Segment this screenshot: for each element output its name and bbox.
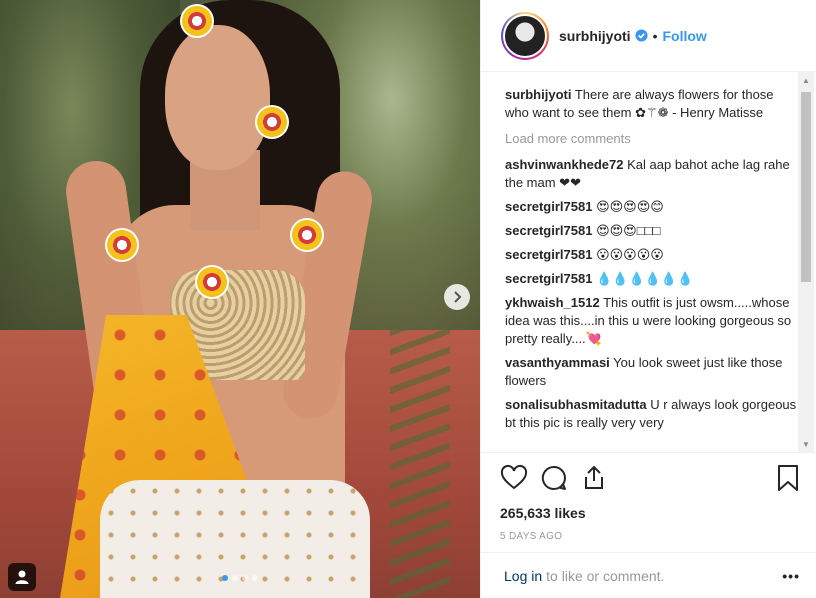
comment-item: secretgirl7581 😮😮😮😮😮 xyxy=(505,246,799,264)
comment-text: 💧💧💧💧💧💧 xyxy=(596,271,694,286)
comment-item: sonalisubhasmitadutta U r always look go… xyxy=(505,396,799,432)
action-bar xyxy=(500,463,800,493)
comment-author[interactable]: ashvinwankhede72 xyxy=(505,157,624,172)
user-tag-button[interactable] xyxy=(8,563,36,591)
comment-item: secretgirl7581 😍😍😍😍😊 xyxy=(505,198,799,216)
photo-background-vine xyxy=(390,330,450,598)
comment-item: ashvinwankhede72 Kal aap bahot ache lag … xyxy=(505,156,799,192)
bookmark-icon[interactable] xyxy=(776,464,800,492)
comment-author[interactable]: ykhwaish_1512 xyxy=(505,295,600,310)
verified-badge-icon xyxy=(635,29,648,42)
flower-earring xyxy=(255,105,289,139)
next-arrow-icon xyxy=(454,291,462,303)
comment-text: 😍😍😍😍😊 xyxy=(596,199,664,214)
post-username[interactable]: surbhijyoti xyxy=(559,28,631,44)
scroll-down-arrow-icon[interactable]: ▼ xyxy=(798,436,814,452)
comments-list: surbhijyoti There are always flowers for… xyxy=(505,86,799,452)
login-prompt: Log in to like or comment. ••• xyxy=(480,552,816,598)
carousel-indicator xyxy=(222,575,258,581)
share-icon[interactable] xyxy=(580,464,608,492)
comment-item: secretgirl7581 💧💧💧💧💧💧 xyxy=(505,270,799,288)
login-suffix-text: to like or comment. xyxy=(546,567,665,584)
carousel-dot xyxy=(222,575,228,581)
comment-author[interactable]: secretgirl7581 xyxy=(505,271,592,286)
post-header: surbhijyoti • Follow xyxy=(481,0,816,72)
post-photo[interactable] xyxy=(0,0,480,598)
comment-author[interactable]: secretgirl7581 xyxy=(505,199,592,214)
caption-author[interactable]: surbhijyoti xyxy=(505,87,571,102)
comment-author[interactable]: vasanthyammasi xyxy=(505,355,610,370)
comment-author[interactable]: secretgirl7581 xyxy=(505,223,592,238)
comment-text: 😍😍😍□□□ xyxy=(596,223,661,238)
comment-item: secretgirl7581 😍😍😍□□□ xyxy=(505,222,799,240)
flower-bracelet-right xyxy=(290,218,324,252)
next-slide-button[interactable] xyxy=(444,284,470,310)
post-caption: surbhijyoti There are always flowers for… xyxy=(505,86,799,122)
scroll-up-arrow-icon[interactable]: ▲ xyxy=(798,72,814,88)
comments-scrollbar[interactable]: ▲ ▼ xyxy=(798,72,814,452)
follow-button[interactable]: Follow xyxy=(662,28,706,44)
post-timestamp[interactable]: 5 DAYS AGO xyxy=(500,531,800,542)
header-separator: • xyxy=(652,27,658,44)
comment-icon[interactable] xyxy=(540,464,568,492)
comment-author[interactable]: sonalisubhasmitadutta xyxy=(505,397,647,412)
comment-text: 😮😮😮😮😮 xyxy=(596,247,664,262)
comment-item: ykhwaish_1512 This outfit is just owsm..… xyxy=(505,294,799,348)
carousel-dot xyxy=(252,575,258,581)
scrollbar-thumb[interactable] xyxy=(801,92,811,282)
comment-author[interactable]: secretgirl7581 xyxy=(505,247,592,262)
flower-bracelet-left xyxy=(105,228,139,262)
more-options-icon[interactable]: ••• xyxy=(782,568,800,584)
comment-item: vasanthyammasi You look sweet just like … xyxy=(505,354,799,390)
carousel-dot xyxy=(232,575,238,581)
flower-necklace xyxy=(195,265,229,299)
login-link[interactable]: Log in xyxy=(504,568,542,584)
photo-subject-face xyxy=(165,25,270,170)
user-tag-icon xyxy=(15,570,29,584)
avatar[interactable] xyxy=(503,13,547,58)
likes-count[interactable]: 265,633 likes xyxy=(500,505,800,521)
post-actions: 265,633 likes 5 DAYS AGO xyxy=(480,452,816,542)
heart-icon[interactable] xyxy=(500,464,528,492)
carousel-dot xyxy=(242,575,248,581)
avatar-story-ring[interactable] xyxy=(501,11,549,60)
load-more-comments-button[interactable]: Load more comments xyxy=(505,130,799,148)
flower-headpiece xyxy=(180,4,214,38)
